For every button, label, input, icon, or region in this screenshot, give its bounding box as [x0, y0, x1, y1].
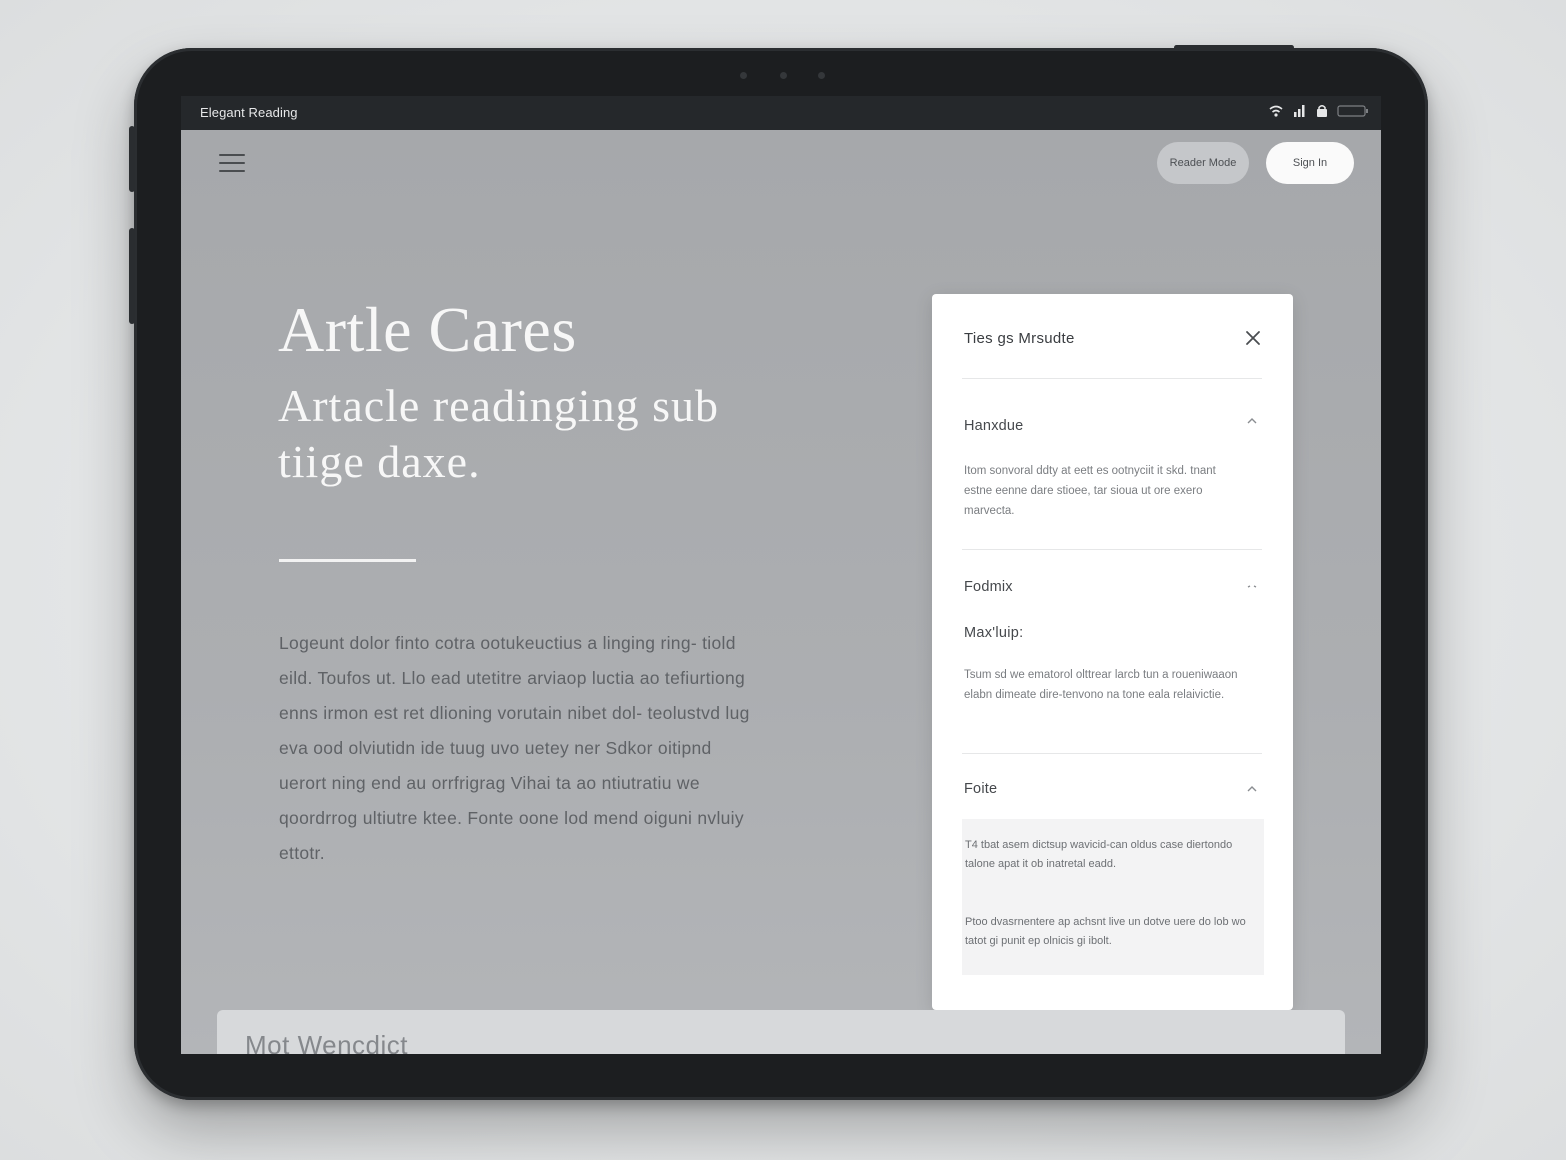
- card-title: Mot Wencdict: [245, 1030, 409, 1054]
- hamburger-icon: [219, 170, 245, 172]
- reader-mode-label: Reader Mode: [1169, 157, 1237, 169]
- section-heading[interactable]: Fodmix: [964, 579, 1013, 595]
- section-text: Tsum sd we ematorol olttrear larcb tun a…: [964, 669, 1238, 701]
- camera-icon: [818, 72, 825, 79]
- tablet-device: Elegant Reading Reader Mode Sign In Artl…: [129, 45, 1428, 1100]
- divider: [962, 378, 1262, 379]
- signal-icon: [1294, 105, 1305, 117]
- section-subheading: Max'luip:: [964, 625, 1024, 641]
- screen: Elegant Reading Reader Mode Sign In Artl…: [181, 96, 1381, 1054]
- menu-button[interactable]: [217, 152, 247, 176]
- title-divider: [279, 559, 416, 562]
- main-content: Reader Mode Sign In Artle Cares Artacle …: [181, 130, 1381, 1054]
- article-body: Logeunt dolor finto cotra ootukeuctius a…: [279, 633, 750, 863]
- power-button: [1174, 45, 1294, 50]
- chevron-up-icon[interactable]: [1245, 416, 1259, 426]
- section-text: T4 tbat asem dictsup wavicid-can oldus c…: [965, 839, 1233, 870]
- wifi-icon: [1269, 105, 1283, 117]
- battery-icon: [1337, 105, 1368, 117]
- camera-icon: [780, 72, 787, 79]
- side-panel: Ties gs Mrsudte Hanxdue Itom sonvoral dd…: [932, 294, 1293, 1010]
- hamburger-icon: [219, 154, 245, 156]
- reader-mode-button[interactable]: Reader Mode: [1157, 142, 1249, 184]
- chevron-up-icon[interactable]: [1245, 784, 1259, 794]
- divider: [962, 549, 1262, 550]
- section-content-box: T4 tbat asem dictsup wavicid-can oldus c…: [962, 819, 1264, 975]
- volume-button: [129, 228, 135, 324]
- hamburger-icon: [219, 162, 245, 164]
- page-title: Artle Cares: [278, 294, 577, 365]
- lock-icon: [1317, 105, 1327, 117]
- section-text: Itom sonvoral ddty at eett es ootnyciit …: [964, 465, 1216, 517]
- sign-in-label: Sign In: [1292, 157, 1328, 169]
- divider: [962, 753, 1262, 754]
- section-heading[interactable]: Foite: [964, 781, 997, 797]
- panel-title: Ties gs Mrsudte: [964, 330, 1075, 347]
- section-text: Ptoo dvasrnentere ap achsnt live un dotv…: [965, 916, 1246, 947]
- chevron-up-icon[interactable]: [1245, 582, 1259, 592]
- section-heading[interactable]: Hanxdue: [964, 418, 1023, 434]
- volume-button: [129, 126, 135, 192]
- status-icons: [1268, 104, 1369, 118]
- bottom-card[interactable]: Mot Wencdict: [217, 1010, 1345, 1054]
- status-bar: Elegant Reading: [181, 96, 1381, 130]
- close-button[interactable]: [1243, 328, 1263, 348]
- close-icon: [1246, 331, 1260, 345]
- hero: Artle Cares Artacle readinging sub tiige…: [278, 296, 838, 490]
- sign-in-button[interactable]: Sign In: [1266, 142, 1354, 184]
- app-title: Elegant Reading: [200, 105, 298, 120]
- page-subtitle: Artacle readinging sub tiige daxe.: [278, 380, 719, 487]
- camera-icon: [740, 72, 747, 79]
